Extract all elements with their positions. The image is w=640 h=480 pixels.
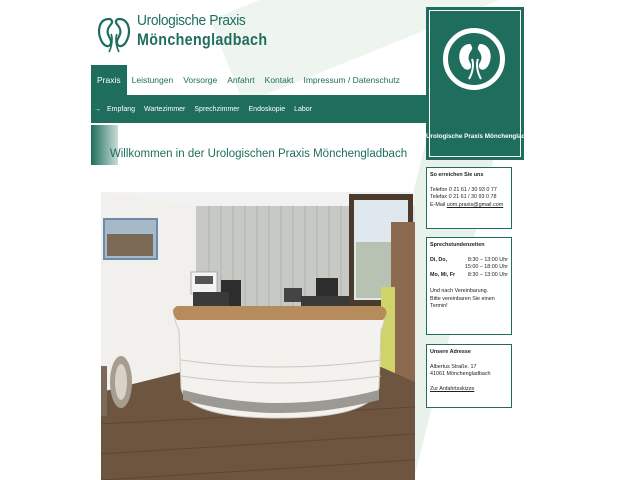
reception-image: [101, 192, 415, 480]
nav-impressum[interactable]: Impressum / Datenschutz: [298, 75, 404, 95]
reception-photo: [101, 192, 415, 480]
nav-anfahrt[interactable]: Anfahrt: [222, 75, 259, 95]
contact-fax: Telefax 0 21 61 / 30 93 0 78: [430, 194, 497, 201]
hours-title: Sprechstundenzeiten: [430, 242, 485, 248]
subnav-wartezimmer[interactable]: Wartezimmer: [144, 106, 185, 113]
hours-time: 8:30 – 13:00 Uhr: [467, 272, 508, 279]
sub-navigation: → Empfang Wartezimmer Sprechzimmer Endos…: [91, 95, 426, 123]
hours-day: Di, Do,: [430, 256, 448, 263]
subnav-labor[interactable]: Labor: [294, 106, 312, 113]
kidney-icon: [459, 44, 491, 80]
hours-day: [430, 264, 460, 272]
hours-time: 8:30 – 13:00 Uhr: [467, 256, 508, 263]
hours-table: Di, Do, 8:30 – 13:00 Uhr 15:00 – 18:00 U…: [430, 257, 508, 280]
hours-note: Termin!: [430, 303, 448, 310]
side-logo-text: Urologische Praxis Mönchengladbach: [426, 133, 541, 140]
hours-note: Bitte vereinbaren Sie einen: [430, 295, 495, 302]
hours-row: Di, Do, 8:30 – 13:00 Uhr: [430, 257, 508, 265]
subnav-empfang[interactable]: Empfang: [107, 106, 135, 113]
address-street: Albertus Straße. 17: [430, 363, 477, 370]
kidney-logo-icon: [98, 17, 130, 53]
contact-phone: Telefon 0 21 61 / 30 93 0 77: [430, 186, 497, 193]
nav-vorsorge[interactable]: Vorsorge: [178, 75, 222, 95]
subnav-endoskopie[interactable]: Endoskopie: [249, 106, 286, 113]
contact-box: So erreichen Sie uns Telefon 0 21 61 / 3…: [426, 167, 512, 229]
logo-title: Urologische Praxis: [137, 12, 246, 29]
hours-day: Mo, Mi, Fr: [430, 272, 456, 279]
nav-kontakt[interactable]: Kontakt: [260, 75, 299, 95]
arrow-right-icon: →: [94, 105, 101, 113]
hours-row: Mo, Mi, Fr 8:30 – 13:00 Uhr: [430, 272, 508, 280]
address-title: Unsere Adresse: [430, 349, 471, 355]
hours-note: Und nach Vereinbarung.: [430, 288, 489, 295]
page-heading: Willkommen in der Urologischen Praxis Mö…: [109, 148, 408, 160]
subnav-sprechzimmer[interactable]: Sprechzimmer: [194, 106, 239, 113]
logo-subtitle: Mönchengladbach: [137, 30, 268, 49]
hours-time: 15:00 – 18:00 Uhr: [464, 264, 508, 271]
hours-box: Sprechstundenzeiten Di, Do, 8:30 – 13:00…: [426, 237, 512, 335]
site-logo[interactable]: Urologische Praxis Mönchengladbach: [95, 10, 267, 64]
email-link[interactable]: uom.praxis@gmail.com: [447, 202, 503, 208]
directions-link[interactable]: Zur Anfahrtsskizze: [430, 386, 508, 394]
nav-praxis[interactable]: Praxis: [91, 65, 127, 95]
contact-email-row: E-Mail uom.praxis@gmail.com: [430, 202, 508, 210]
nav-leistungen[interactable]: Leistungen: [127, 75, 179, 95]
contact-title: So erreichen Sie uns: [430, 172, 484, 178]
address-city: 41061 Mönchengladbach: [430, 371, 491, 378]
hours-row: 15:00 – 18:00 Uhr: [430, 264, 508, 272]
main-navigation: Praxis Leistungen Vorsorge Anfahrt Konta…: [91, 65, 426, 95]
side-logo-panel: Urologische Praxis Mönchengladbach: [426, 7, 541, 160]
address-box: Unsere Adresse Albertus Straße. 17 41061…: [426, 344, 512, 408]
email-label: E-Mail: [430, 201, 446, 208]
